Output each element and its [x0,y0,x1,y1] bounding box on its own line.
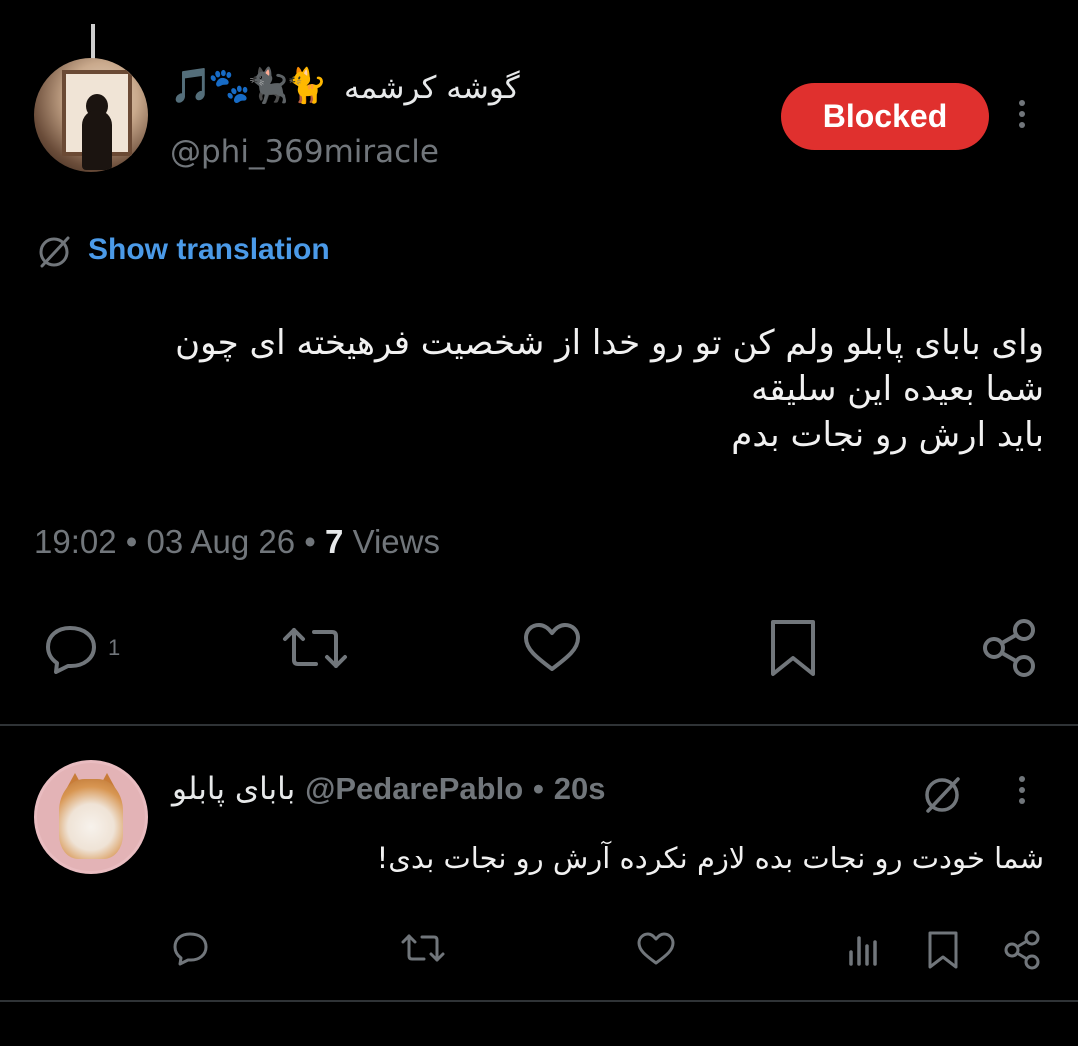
views-label: Views [352,523,440,560]
reply-like-button[interactable] [636,932,676,966]
like-button[interactable] [522,622,582,674]
reply-author-handle[interactable]: @PedarePablo [305,771,523,806]
bookmark-icon [771,620,815,676]
reply-age[interactable]: 20s [554,771,606,806]
reply-header: بابای پابلو @PedarePablo • 20s [172,768,605,810]
reply-reply-button[interactable] [172,930,210,966]
translate-icon [36,234,72,270]
tweet-text-line: باید ارش رو نجات بدم [731,415,1044,455]
share-icon [1004,930,1040,970]
like-icon [637,932,675,965]
reply-views-button[interactable] [846,932,882,968]
reply-text: شما خودت رو نجات بده لازم نکرده آرش رو ن… [376,841,1044,875]
thread-connector-line [91,24,95,60]
author-avatar[interactable] [34,58,148,172]
retweet-icon [283,628,347,668]
reply-count: 1 [108,635,121,660]
reply-icon [46,626,96,674]
reply-separator: • [533,771,544,806]
reply-icon [173,932,208,966]
more-options-icon[interactable] [1017,100,1027,133]
author-handle[interactable]: @phi_369miracle [170,132,439,172]
views-count: 7 [325,523,344,560]
author-emoji: 🎵🐾🐈‍⬛🐈 [170,66,327,106]
reply-translate-icon[interactable] [920,773,964,817]
reply-bookmark-button[interactable] [926,930,960,970]
tweet-text-line: وای بابای پابلو ولم کن تو رو خدا از شخصی… [175,323,1044,363]
tweet-time[interactable]: 19:02 [34,523,117,560]
tweet-text: وای بابای پابلو ولم کن تو رو خدا از شخصی… [44,320,1044,458]
tweet-divider [0,724,1078,726]
blocked-button[interactable]: Blocked [781,83,989,150]
bookmark-icon [928,931,958,969]
like-icon [524,623,580,671]
show-translation-link[interactable]: Show translation [88,230,330,270]
reply-button[interactable]: 1 [44,622,120,674]
retweet-icon [401,934,445,962]
avatar-figure-body [82,110,112,170]
retweet-button[interactable] [282,622,348,674]
tweet-date[interactable]: 03 Aug 26 [146,523,295,560]
reply-retweet-button[interactable] [400,930,446,966]
bookmark-button[interactable] [768,618,818,678]
share-button[interactable] [980,618,1038,678]
reply-more-options-icon[interactable] [1017,776,1027,809]
tweet-metadata: 19:02 • 03 Aug 26 • 7 Views [34,523,440,560]
reply-author-name[interactable]: بابای پابلو [172,771,295,807]
reply-share-button[interactable] [1002,930,1042,970]
views-icon [849,936,877,966]
share-icon [983,619,1035,677]
author-name[interactable]: گوشه کرشمه [344,68,520,108]
reply-divider [0,1000,1078,1002]
tweet-text-line: شما بعیده این سلیقه [751,369,1044,409]
